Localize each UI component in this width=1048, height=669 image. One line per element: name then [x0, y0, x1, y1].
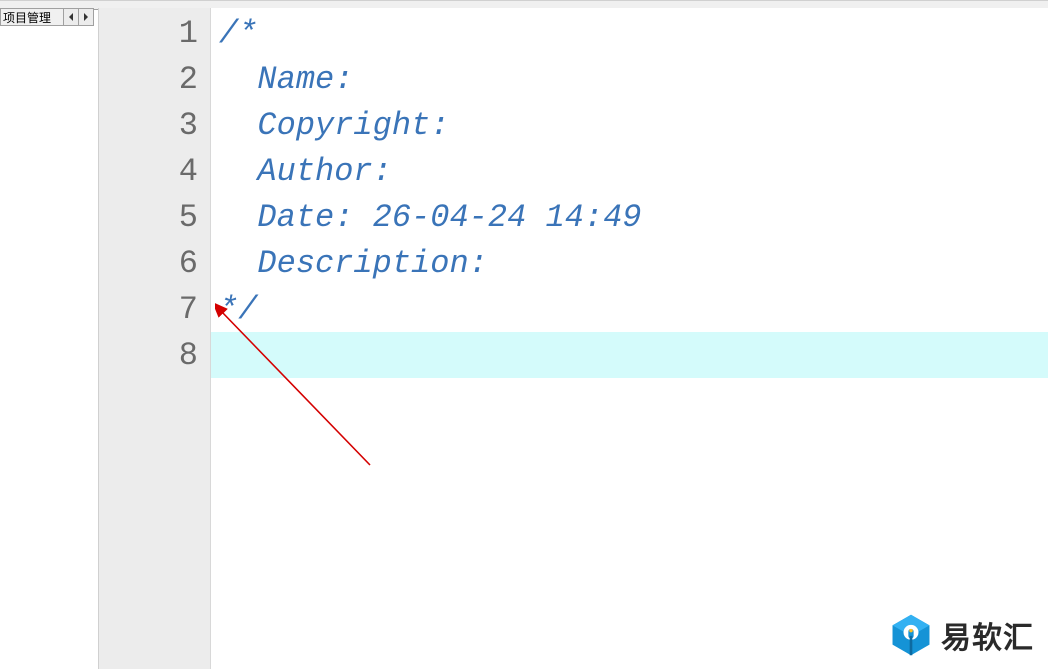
line-number: 1 — [99, 10, 210, 56]
line-number: 5 — [99, 194, 210, 240]
code-line[interactable]: Description: — [211, 240, 1048, 286]
watermark-text: 易软汇 — [941, 613, 1034, 657]
side-panel-tabbar: 项目管理 — [0, 8, 94, 26]
code-line[interactable]: /* — [211, 10, 1048, 56]
line-number: 4 — [99, 148, 210, 194]
code-line[interactable]: Author: — [211, 148, 1048, 194]
code-line[interactable]: Date: 26-04-24 14:49 — [211, 194, 1048, 240]
line-number-gutter: 1 2 3 4 5 6 7 8 — [99, 8, 211, 669]
tab-scroll-right-button[interactable] — [78, 9, 93, 25]
tab-scroll-left-button[interactable] — [63, 9, 78, 25]
chevron-left-icon — [68, 13, 74, 21]
code-line[interactable]: Copyright: — [211, 102, 1048, 148]
code-line[interactable]: Name: — [211, 56, 1048, 102]
project-manager-tab[interactable]: 项目管理 — [1, 9, 63, 25]
watermark: 易软汇 — [889, 613, 1034, 657]
line-number: 6 — [99, 240, 210, 286]
code-line[interactable]: */ — [211, 286, 1048, 332]
code-editor[interactable]: 1 2 3 4 5 6 7 8 /* Name: Copyright: Auth… — [98, 8, 1048, 669]
line-number: 8 — [99, 332, 210, 378]
code-line-current[interactable] — [211, 332, 1048, 378]
line-number: 7 — [99, 286, 210, 332]
chevron-right-icon — [83, 13, 89, 21]
code-area[interactable]: /* Name: Copyright: Author: Date: 26-04-… — [211, 8, 1048, 669]
watermark-logo-icon — [889, 613, 933, 657]
line-number: 3 — [99, 102, 210, 148]
line-number: 2 — [99, 56, 210, 102]
